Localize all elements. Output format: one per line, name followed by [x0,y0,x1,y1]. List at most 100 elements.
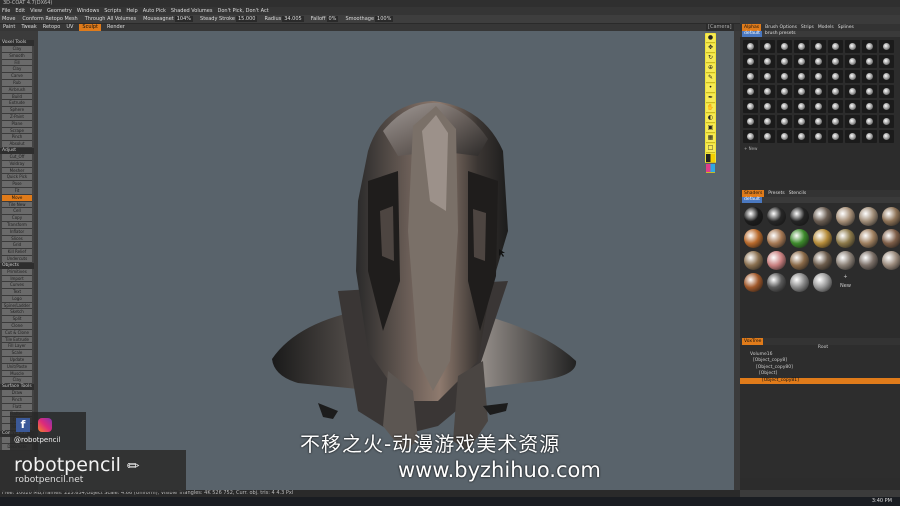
brush-alpha[interactable] [828,55,843,68]
tool-quick-pick[interactable]: Quick Pick [2,174,32,182]
new-brush-button[interactable]: + New [740,146,900,151]
shader-swatch[interactable] [767,207,786,226]
brush-alpha[interactable] [879,40,894,53]
shader-swatch[interactable] [813,251,832,270]
brush-subtab-brush-presets[interactable]: brush presets [765,31,796,37]
brush-alpha[interactable] [828,40,843,53]
tab-render[interactable]: Render [107,24,125,31]
menu-geometry[interactable]: Geometry [47,7,72,15]
brush-alpha[interactable] [743,100,758,113]
tool-mesher[interactable]: Mesher [2,167,32,175]
brush-alpha[interactable] [845,40,860,53]
tool-airbrush[interactable]: Airbrush [2,86,32,94]
shader-swatch[interactable] [813,229,832,248]
light-icon[interactable]: ◐ [706,114,715,123]
tool-scrape[interactable]: Scrape [2,127,32,135]
brush-alpha[interactable] [845,70,860,83]
tab-presets[interactable]: Presets [768,190,784,197]
brush-alpha[interactable] [811,40,826,53]
shader-swatch[interactable] [836,207,855,226]
brush-alpha[interactable] [760,55,775,68]
tool-pinch[interactable]: Pinch [2,134,32,142]
tool-transform[interactable]: Transform [2,221,32,229]
brush-alpha[interactable] [794,70,809,83]
brush-alpha[interactable] [828,70,843,83]
menu-scripts[interactable]: Scripts [104,7,121,15]
tool-pose[interactable]: Pose [2,181,32,188]
brush-alpha[interactable] [794,130,809,143]
tool-option-value[interactable]: 104% [174,16,194,22]
tool-copy[interactable]: Copy [2,215,32,222]
tool-undercuts[interactable]: Undercuts [2,255,32,263]
shader-swatch[interactable] [767,251,786,270]
camera-icon[interactable]: ▣ [706,124,715,133]
tool-clay[interactable]: Clay [2,66,32,74]
shader-swatch[interactable] [836,229,855,248]
tool-pinch[interactable]: Pinch [2,397,32,404]
brush-alpha[interactable] [777,100,792,113]
grid-icon[interactable]: ▦ [706,134,715,143]
brush-alpha[interactable] [862,40,877,53]
tab-sculpt[interactable]: Sculpt [79,24,102,31]
brush-alpha[interactable] [879,100,894,113]
brush-alpha[interactable] [743,130,758,143]
color-swatch-icon[interactable] [706,154,715,163]
menu-don-t-pick-don-t-act[interactable]: Don't Pick, Don't Act [217,7,268,15]
brush-alpha[interactable] [760,40,775,53]
brush-alpha[interactable] [811,70,826,83]
new-shader-button[interactable]: + New [836,273,855,292]
tab-uv[interactable]: UV [66,24,73,31]
tool-option-smoothage[interactable]: Smoothage 100% [345,16,394,22]
tool-option-falloff[interactable]: Falloff 0% [311,16,339,22]
brush-alpha[interactable] [811,130,826,143]
brush-alpha[interactable] [828,130,843,143]
tool-flatt[interactable]: Flatt [2,403,32,411]
brush-alpha[interactable] [794,100,809,113]
tool-option-value[interactable]: 100% [375,16,394,22]
menu-auto-pick[interactable]: Auto Pick [143,7,166,15]
brush-alpha[interactable] [862,100,877,113]
tool-import[interactable]: Import [2,275,32,283]
tool-logo[interactable]: Logo [2,295,32,303]
tab-models[interactable]: Models [818,24,834,31]
tool-option-conform-retopo-mesh[interactable]: Conform Retopo Mesh [22,16,77,22]
tool-clay[interactable]: Clay [2,46,32,53]
brush-alpha[interactable] [794,55,809,68]
brush-alpha[interactable] [862,130,877,143]
tool-smooth[interactable]: Smooth [2,52,32,60]
brush-alpha[interactable] [845,130,860,143]
brush-subtab-default[interactable]: default [742,31,762,37]
tool-scale[interactable]: Scale [2,350,32,358]
brush-icon[interactable]: ✎ [706,74,715,83]
menu-edit[interactable]: Edit [15,7,25,15]
shader-swatch[interactable] [859,207,878,226]
tool-voldray[interactable]: Voldray [2,160,32,168]
brush-alpha[interactable] [777,55,792,68]
tool-z-paint[interactable]: Z-Paint [2,113,32,121]
tool-text[interactable]: Text [2,289,32,296]
shader-swatch[interactable] [790,251,809,270]
tool-extrude[interactable]: Extrude [2,100,32,108]
tool-option-value[interactable]: 15.000 [235,16,258,22]
tool-fit[interactable]: Fit [2,187,32,195]
brush-alpha[interactable] [743,70,758,83]
tool-option-mouseagnet[interactable]: Mouseagnet 104% [143,16,194,22]
tool-fill[interactable]: Fill [2,59,32,67]
tool-split[interactable]: Split [2,316,32,324]
tab-retopo[interactable]: Retopo [43,24,61,31]
shader-swatch[interactable] [813,207,832,226]
shader-swatch[interactable] [836,251,855,270]
tool-carve[interactable]: Carve [2,73,32,80]
tab-strips[interactable]: Strips [801,24,814,31]
brush-alpha[interactable] [794,85,809,98]
shader-swatch[interactable] [790,207,809,226]
brush-alpha[interactable] [760,85,775,98]
tab-alphas[interactable]: Alphas [742,24,762,31]
tool-move[interactable]: Move [2,194,32,202]
brush-alpha[interactable] [862,85,877,98]
brush-alpha[interactable] [760,70,775,83]
shader-swatch[interactable] [859,251,878,270]
shader-swatch[interactable] [813,273,832,292]
tool-curves[interactable]: Curves [2,282,32,290]
menu-help[interactable]: Help [126,7,137,15]
